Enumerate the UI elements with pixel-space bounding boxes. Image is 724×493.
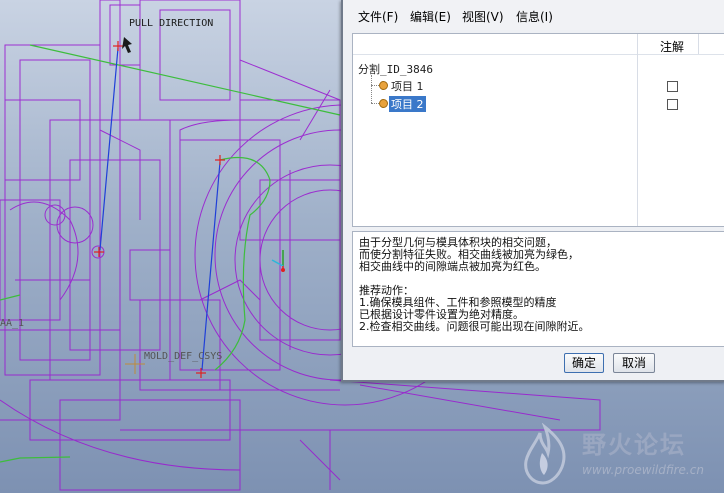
- mold-csys-label: MOLD_DEF_CSYS: [144, 351, 223, 362]
- troubleshooter-dialog: 文件(F) 编辑(E) 视图(V) 信息(I) 注解 分割_ID_3846 项目…: [341, 0, 724, 382]
- watermark: 野火论坛 www.proewildfire.cn: [510, 423, 722, 489]
- item-status-icon: [379, 81, 388, 90]
- column-header: 注解: [353, 34, 724, 55]
- message-line: 2.检查相交曲线。问题很可能出现在间隙附近。: [359, 320, 590, 333]
- menu-file[interactable]: 文件(F): [358, 8, 398, 25]
- message-line: 相交曲线中的间隙端点被加亮为红色。: [359, 260, 546, 273]
- feature-tree-panel[interactable]: 注解 分割_ID_3846 项目 1 项目 2: [352, 33, 724, 227]
- menu-info[interactable]: 信息(I): [516, 8, 553, 25]
- item-2-notes-checkbox[interactable]: [667, 99, 678, 110]
- pull-direction-label: PULL DIRECTION: [129, 18, 214, 29]
- message-panel: 由于分型几何与模具体积块的相交问题， 而使分割特征失败。相交曲线被加亮为绿色， …: [352, 231, 724, 347]
- watermark-url: www.proewildfire.cn: [582, 463, 704, 477]
- menu-view[interactable]: 视图(V): [462, 8, 504, 25]
- ok-button[interactable]: 确定: [564, 353, 604, 373]
- axis-label: AA_1: [0, 318, 25, 329]
- item-1-notes-checkbox[interactable]: [667, 81, 678, 92]
- notes-column-header[interactable]: 注解: [660, 38, 684, 55]
- item-status-icon: [379, 99, 388, 108]
- menu-edit[interactable]: 编辑(E): [410, 8, 451, 25]
- column-divider: [637, 34, 638, 226]
- tree-item-2[interactable]: 项目 2: [389, 96, 426, 112]
- tree-item-1[interactable]: 项目 1: [391, 78, 424, 94]
- watermark-title: 野火论坛: [582, 431, 686, 459]
- cancel-button[interactable]: 取消: [613, 353, 655, 373]
- tree-root-label[interactable]: 分割_ID_3846: [358, 61, 433, 77]
- flame-logo-icon: [524, 423, 566, 485]
- menu-bar: 文件(F) 编辑(E) 视图(V) 信息(I): [343, 0, 724, 30]
